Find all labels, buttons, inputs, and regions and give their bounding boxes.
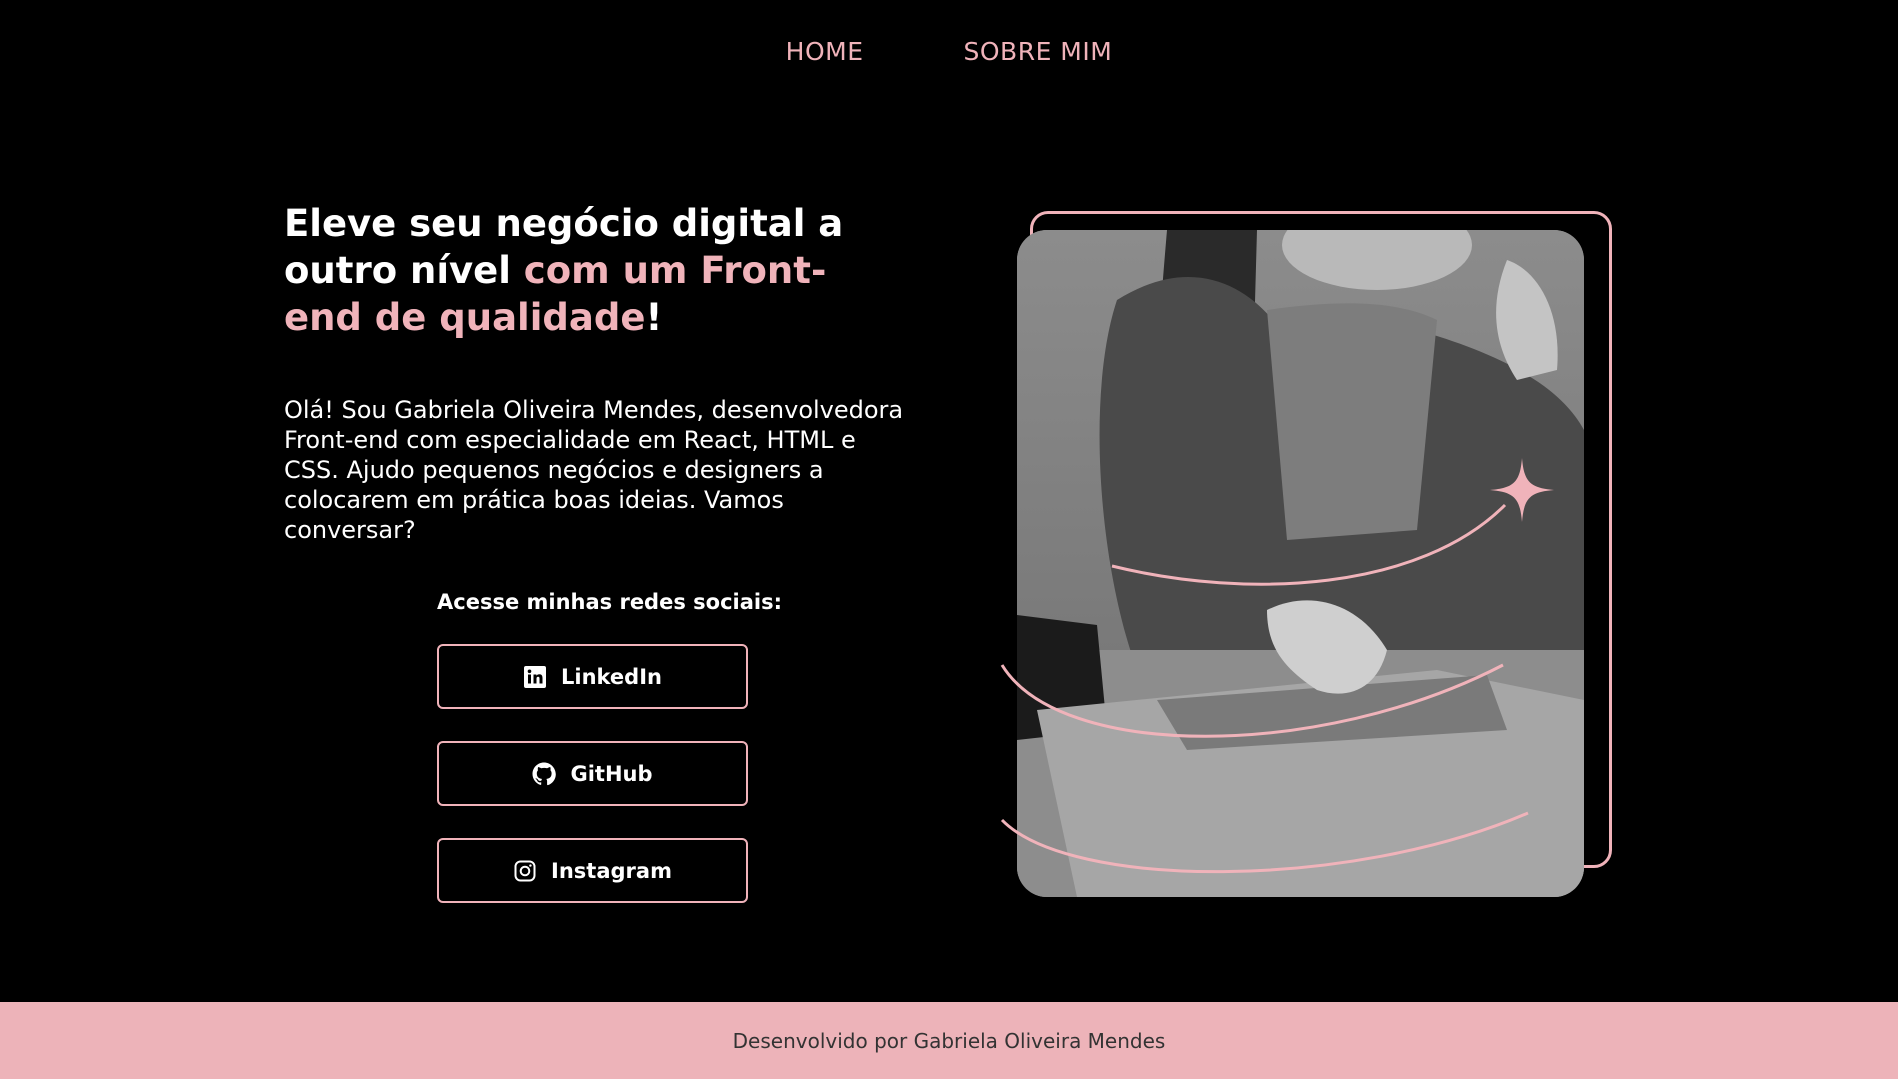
instagram-icon (513, 859, 537, 883)
linkedin-icon (523, 665, 547, 689)
linkedin-label: LinkedIn (561, 664, 662, 689)
social-section: Acesse minhas redes sociais: LinkedIn Gi… (437, 590, 782, 935)
top-nav: HOME SOBRE MIM (0, 0, 1898, 108)
nav-home-link[interactable]: HOME (786, 37, 864, 66)
hero-section: Eleve seu negócio digital a outro nível … (284, 200, 904, 545)
linkedin-button[interactable]: LinkedIn (437, 644, 748, 709)
footer: Desenvolvido por Gabriela Oliveira Mende… (0, 1002, 1898, 1079)
nav-about-link[interactable]: SOBRE MIM (964, 37, 1113, 66)
instagram-label: Instagram (551, 858, 672, 883)
hero-intro: Olá! Sou Gabriela Oliveira Mendes, desen… (284, 396, 904, 544)
footer-text: Desenvolvido por Gabriela Oliveira Mende… (732, 1028, 1166, 1053)
profile-photo (1017, 230, 1584, 897)
github-button[interactable]: GitHub (437, 741, 748, 806)
social-title: Acesse minhas redes sociais: (437, 590, 782, 614)
photo-frame (1030, 211, 1612, 868)
photo-illustration (1017, 230, 1584, 897)
headline-end: ! (645, 296, 663, 339)
sparkle-icon (1490, 458, 1554, 522)
hero-headline: Eleve seu negócio digital a outro nível … (284, 200, 904, 341)
github-icon (532, 762, 557, 786)
instagram-button[interactable]: Instagram (437, 838, 748, 903)
github-label: GitHub (570, 761, 653, 786)
